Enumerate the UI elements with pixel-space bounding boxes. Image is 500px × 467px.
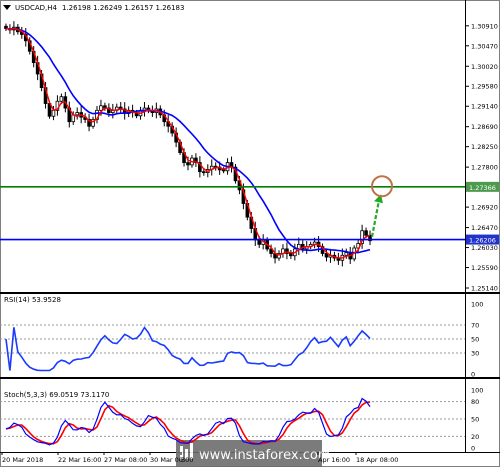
rsi-axis-label: 0 [471, 371, 475, 379]
time-tick-label: 22 Mar 16:00 [58, 456, 101, 464]
candle [289, 253, 293, 257]
candle [59, 96, 64, 102]
candle [202, 171, 206, 174]
stoch-axis-label: 20 [471, 433, 479, 441]
price-tick-label: 1.29580 [471, 83, 498, 91]
candle [344, 252, 349, 256]
price-tick-label: 1.26920 [471, 204, 498, 212]
price-tick-label: 1.25590 [471, 264, 498, 272]
stoch-axis-label: 50 [471, 416, 479, 424]
price-tick-label: 1.29140 [471, 103, 498, 111]
price-tick-label: 1.30910 [471, 22, 498, 30]
price-tick-label: 1.30020 [471, 63, 498, 71]
price-tick-label: 1.30470 [471, 42, 498, 50]
rsi-axis-label: 100 [471, 301, 483, 309]
price-tick-label: 1.25140 [471, 285, 498, 293]
support-price-label: 1.26206 [469, 237, 496, 245]
rsi-axis-label: 50 [471, 336, 479, 344]
price-tick-label: 1.26470 [471, 224, 498, 232]
time-tick-label: 30 Mar 00:00 [150, 456, 193, 464]
time-tick-label: 3 [181, 456, 185, 464]
price-tick-label: 1.26030 [471, 244, 498, 252]
time-tick-label: 27 Mar 08:00 [104, 456, 147, 464]
watermark-text: www.instaforex.com [199, 448, 330, 463]
time-tick-label: 20 Mar 2018 [2, 456, 43, 464]
candle [99, 105, 103, 111]
candle [186, 162, 190, 166]
time-tick-label: 18 Apr 08:00 [356, 456, 398, 464]
time-tick-label: Apr 16:00 [318, 456, 350, 464]
price-tick-label: 1.28690 [471, 123, 498, 131]
candle [364, 230, 368, 236]
candle [324, 253, 329, 258]
price-tick-label: 1.27800 [471, 164, 498, 172]
candle [51, 109, 56, 117]
candle [75, 112, 80, 116]
symbol-label: USDCAD,H4 [15, 4, 58, 12]
rsi-label: RSI(14) 53.9528 [4, 296, 61, 304]
resistance-price-label: 1.27366 [469, 184, 496, 192]
stoch-axis-label: 100 [471, 387, 483, 395]
stoch-axis-label: 0 [471, 445, 475, 453]
price-tick-label: 1.28250 [471, 143, 498, 151]
chart-window: www.instaforex.com USDCAD,H4 1.26198 1.2… [0, 0, 500, 467]
rsi-axis-label: 30 [471, 350, 479, 358]
ohlc-label: 1.26198 1.26249 1.26157 1.26183 [62, 4, 184, 12]
stoch-label: Stoch(5,3,3) 69.0519 73.1170 [4, 391, 109, 399]
rsi-axis-label: 70 [471, 322, 479, 330]
candle [257, 239, 262, 245]
stoch-axis-label: 80 [471, 398, 479, 406]
